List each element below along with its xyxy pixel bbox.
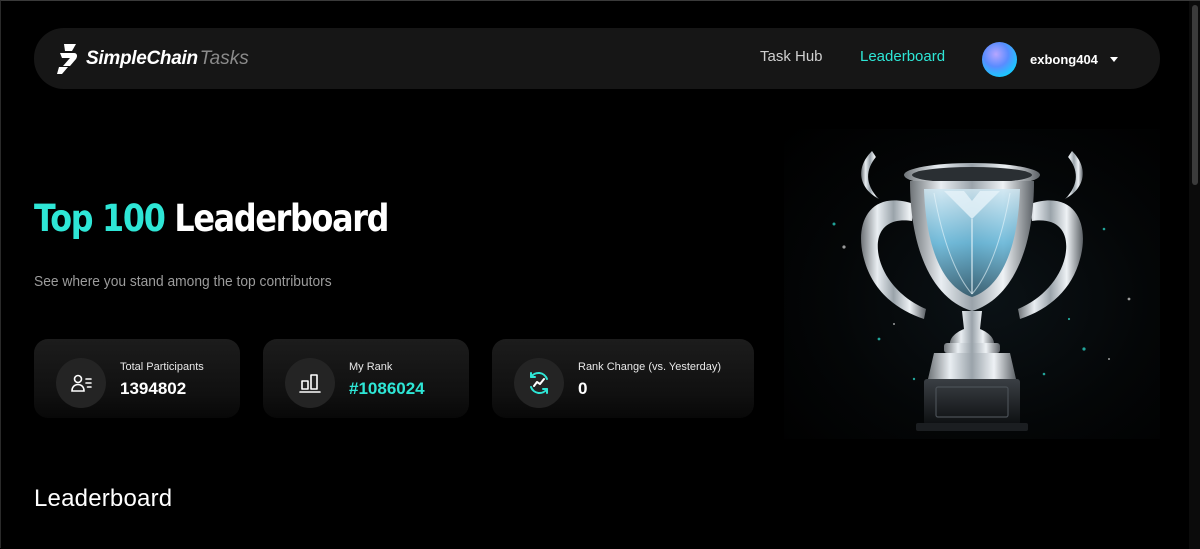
stat-value: 1394802 bbox=[120, 379, 187, 398]
chevron-down-icon[interactable] bbox=[1109, 56, 1118, 62]
page: SimpleChain Tasks Task Hub Leaderboard e… bbox=[0, 0, 1200, 549]
rank-change-icon bbox=[514, 358, 564, 408]
participants-icon bbox=[56, 358, 106, 408]
page-scrollbar[interactable] bbox=[1189, 1, 1200, 549]
stat-card-total-participants: Total Participants 1394802 bbox=[34, 339, 240, 418]
nav-link-task-hub[interactable]: Task Hub bbox=[760, 48, 823, 65]
page-title: Top 100 Leaderboard bbox=[34, 197, 389, 240]
nav-link-leaderboard[interactable]: Leaderboard bbox=[860, 48, 945, 65]
stat-label: Rank Change (vs. Yesterday) bbox=[578, 361, 722, 373]
stat-card-rank-change: Rank Change (vs. Yesterday) 0 bbox=[492, 339, 754, 418]
avatar[interactable] bbox=[982, 41, 1017, 77]
user-menu[interactable]: exbong404 bbox=[982, 41, 1118, 77]
page-subtitle: See where you stand among the top contri… bbox=[34, 273, 332, 290]
username: exbong404 bbox=[1030, 51, 1098, 67]
simplechain-logo-icon bbox=[57, 44, 78, 74]
trophy-icon bbox=[832, 151, 1131, 431]
stat-value: 0 bbox=[578, 379, 588, 398]
stat-value: #1086024 bbox=[349, 379, 425, 398]
stat-label: Total Participants bbox=[120, 361, 204, 373]
rank-chart-icon bbox=[285, 358, 335, 408]
stat-card-my-rank: My Rank #1086024 bbox=[263, 339, 469, 418]
page-title-rest: Leaderboard bbox=[174, 197, 389, 240]
brand-suffix: Tasks bbox=[199, 48, 249, 69]
stat-label: My Rank bbox=[349, 361, 393, 373]
brand-name: SimpleChain bbox=[86, 48, 198, 69]
brand-logo[interactable]: SimpleChain Tasks bbox=[56, 41, 249, 77]
trophy-illustration bbox=[784, 129, 1160, 439]
page-title-accent: Top 100 bbox=[34, 197, 166, 240]
top-navbar: SimpleChain Tasks Task Hub Leaderboard e… bbox=[34, 28, 1160, 89]
scrollbar-thumb[interactable] bbox=[1192, 5, 1198, 185]
section-title-leaderboard: Leaderboard bbox=[34, 485, 173, 512]
